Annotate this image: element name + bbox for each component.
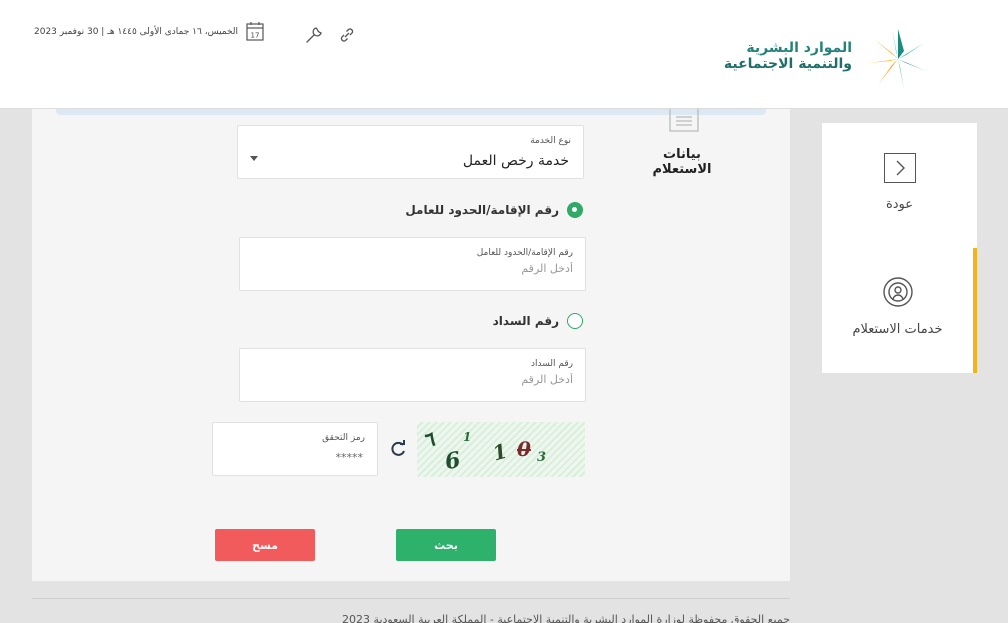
iqama-number-input[interactable] bbox=[253, 262, 573, 275]
back-box bbox=[884, 153, 916, 183]
payment-field-label: رقم السداد bbox=[530, 359, 573, 369]
chevron-right-icon bbox=[896, 160, 905, 176]
link-icon[interactable] bbox=[339, 27, 355, 43]
iqama-number-field[interactable]: رقم الإقامة/الحدود للعامل bbox=[239, 237, 586, 291]
header-date: الخميس، ١٦ جمادى الأولى ١٤٤٥ هـ | 30 نوف… bbox=[34, 27, 239, 37]
service-type-select[interactable]: نوع الخدمة خدمة رخص العمل bbox=[237, 125, 584, 179]
service-type-value: خدمة رخص العمل bbox=[462, 153, 569, 169]
inquiry-services-label: خدمات الاستعلام bbox=[852, 322, 943, 337]
captcha-char: 1 bbox=[463, 430, 472, 444]
logo-text: الموارد البشرية والتنمية الاجتماعية bbox=[724, 40, 852, 72]
radio-iqama-indicator[interactable] bbox=[567, 202, 583, 218]
calendar-icon[interactable]: 17 bbox=[246, 21, 264, 41]
radio-payment-label: رقم السداد bbox=[492, 314, 559, 328]
card-top-bar bbox=[56, 109, 766, 115]
document-icon bbox=[669, 109, 699, 132]
radio-iqama[interactable]: رقم الإقامة/الحدود للعامل bbox=[405, 200, 583, 220]
page-header: الموارد البشرية والتنمية الاجتماعية الخم… bbox=[0, 0, 1008, 109]
captcha-char: 3 bbox=[537, 450, 547, 465]
side-panel: عودة خدمات الاستعلام bbox=[822, 123, 977, 373]
radio-payment-indicator[interactable] bbox=[567, 313, 583, 329]
captcha-char: 1 bbox=[490, 438, 510, 466]
radio-iqama-label: رقم الإقامة/الحدود للعامل bbox=[405, 203, 559, 217]
captcha-char: ٦ bbox=[419, 426, 438, 454]
captcha-input[interactable]: ***** bbox=[336, 451, 364, 464]
captcha-char: 6 bbox=[442, 446, 463, 476]
footer-copyright: جميع الحقوق محفوظة لوزارة الموارد البشري… bbox=[342, 613, 790, 623]
clear-button[interactable]: مسح bbox=[215, 529, 315, 561]
inquiry-services-item[interactable]: خدمات الاستعلام bbox=[822, 248, 977, 373]
radio-payment[interactable]: رقم السداد bbox=[493, 311, 583, 331]
captcha-char: 0 bbox=[517, 437, 531, 461]
ministry-logo[interactable]: الموارد البشرية والتنمية الاجتماعية bbox=[724, 26, 938, 92]
logo-star-icon bbox=[868, 29, 926, 89]
captcha-field[interactable]: رمز التحقق ***** bbox=[212, 422, 378, 476]
footer-divider bbox=[32, 598, 790, 599]
captcha-image: ٦ 1 6 1 0 3 bbox=[417, 422, 585, 477]
inquiry-form-card: بيانات الاستعلام نوع الخدمة خدمة رخص الع… bbox=[32, 109, 790, 581]
calendar-day: 17 bbox=[251, 32, 260, 40]
broadcast-icon bbox=[883, 277, 913, 307]
logo-line-1: الموارد البشرية bbox=[746, 40, 852, 56]
section-title: بيانات الاستعلام bbox=[652, 147, 712, 177]
settings-wrench-icon[interactable] bbox=[304, 25, 324, 45]
refresh-icon[interactable] bbox=[389, 440, 407, 458]
payment-number-field[interactable]: رقم السداد bbox=[239, 348, 586, 402]
iqama-field-label: رقم الإقامة/الحدود للعامل bbox=[476, 248, 573, 258]
back-button[interactable]: عودة bbox=[822, 123, 977, 248]
search-button[interactable]: بحث bbox=[396, 529, 496, 561]
back-label: عودة bbox=[885, 197, 914, 212]
captcha-label: رمز التحقق bbox=[322, 433, 365, 443]
dropdown-caret-icon bbox=[250, 156, 258, 161]
logo-line-2: والتنمية الاجتماعية bbox=[723, 56, 852, 72]
payment-number-input[interactable] bbox=[253, 373, 573, 386]
service-type-label: نوع الخدمة bbox=[530, 136, 571, 146]
